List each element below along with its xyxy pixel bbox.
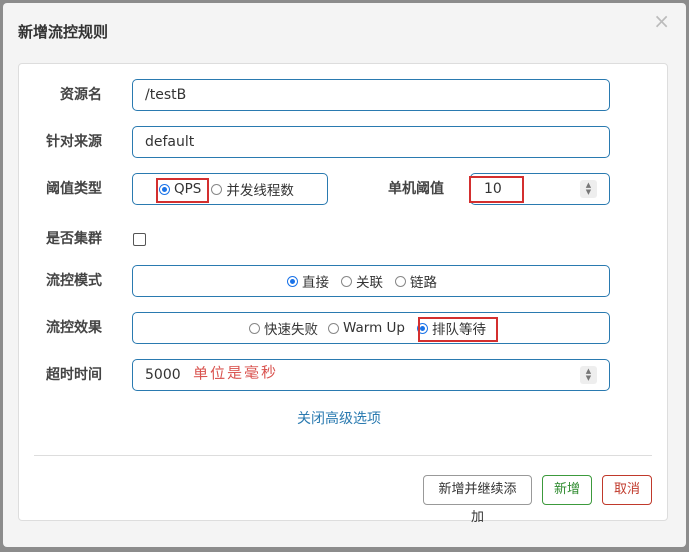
timeout-row: 超时时间 ▲▼ 单位是毫秒 <box>19 359 667 391</box>
radio-direct-dot <box>287 275 298 287</box>
radio-associate-dot <box>341 275 352 287</box>
timeout-annotation: 单位是毫秒 <box>192 363 279 383</box>
source-label: 针对来源 <box>46 134 102 150</box>
cluster-label: 是否集群 <box>46 231 102 247</box>
radio-fast-fail-label: 快速失败 <box>264 322 318 338</box>
radio-qps-label: QPS <box>174 181 202 197</box>
radio-warm-up-label: Warm Up <box>343 320 405 336</box>
threshold-type-field: QPS 并发线程数 <box>132 173 328 205</box>
add-and-continue-button[interactable]: 新增并继续添加 <box>423 475 532 525</box>
radio-qps[interactable]: QPS <box>159 181 201 197</box>
cluster-row: 是否集群 <box>19 223 667 255</box>
advanced-options-toggle[interactable]: 关闭高级选项 <box>297 408 381 428</box>
cluster-checkbox[interactable] <box>133 233 146 246</box>
radio-fast-fail-dot <box>249 322 260 334</box>
single-threshold-field[interactable]: ▲▼ <box>469 173 610 205</box>
footer-divider <box>34 455 652 456</box>
timeout-label: 超时时间 <box>46 367 102 383</box>
radio-qps-dot <box>159 183 170 195</box>
source-row: 针对来源 <box>19 126 667 158</box>
radio-direct-label: 直接 <box>302 275 329 291</box>
single-threshold-label: 单机阈值 <box>388 181 444 197</box>
radio-chain-dot <box>395 275 406 287</box>
threshold-spinner-icon[interactable]: ▲ ▼ <box>580 180 597 198</box>
radio-concurrent-label: 并发线程数 <box>226 183 294 199</box>
flow-mode-field: 直接 关联 链路 <box>132 265 610 297</box>
radio-warm-up-dot <box>328 322 339 334</box>
radio-fast-fail[interactable]: 快速失败 <box>249 318 318 338</box>
flow-mode-label: 流控模式 <box>46 273 102 289</box>
flow-mode-row: 流控模式 直接 关联 链路 <box>19 265 667 297</box>
flow-effect-label: 流控效果 <box>46 320 102 336</box>
radio-queue-wait-dot <box>416 322 428 334</box>
dialog-title: 新增流控规则 <box>18 23 109 41</box>
radio-associate[interactable]: 关联 <box>341 271 383 291</box>
resource-label: 资源名 <box>60 87 102 103</box>
timeout-spinner-icon[interactable]: ▲ ▼ <box>580 366 597 384</box>
add-button[interactable]: 新增 <box>542 475 592 505</box>
resource-row: 资源名 <box>19 79 667 111</box>
radio-chain-label: 链路 <box>410 275 437 291</box>
radio-queue-wait-label: 排队等待 <box>431 322 486 338</box>
radio-concurrent-threads[interactable]: 并发线程数 <box>211 179 294 199</box>
form-card: 资源名 针对来源 阈值类型 QPS <box>18 63 668 525</box>
radio-queue-wait[interactable]: 排队等待 <box>416 318 486 338</box>
radio-associate-label: 关联 <box>356 275 383 291</box>
flow-effect-row: 流控效果 快速失败 Warm Up 排队等待 <box>19 312 667 344</box>
source-input[interactable] <box>133 127 609 157</box>
source-field[interactable] <box>132 126 610 158</box>
flow-rule-dialog: 新增流控规则 × 资源名 针对来源 阈值类型 QPS <box>3 3 686 547</box>
resource-field[interactable] <box>132 79 610 111</box>
radio-chain[interactable]: 链路 <box>395 271 437 291</box>
flow-effect-field: 快速失败 Warm Up 排队等待 <box>132 312 610 344</box>
threshold-type-label: 阈值类型 <box>46 181 102 197</box>
cancel-button[interactable]: 取消 <box>602 475 652 505</box>
radio-warm-up[interactable]: Warm Up <box>328 320 405 336</box>
radio-concurrent-dot <box>211 183 223 195</box>
resource-input[interactable] <box>133 80 609 110</box>
timeout-field[interactable]: ▲▼ 单位是毫秒 <box>132 359 610 391</box>
close-icon[interactable]: × <box>653 9 670 33</box>
threshold-row: 阈值类型 QPS 并发线程数 单机阈值 ▲▼ <box>19 173 667 205</box>
radio-direct[interactable]: 直接 <box>287 271 329 291</box>
